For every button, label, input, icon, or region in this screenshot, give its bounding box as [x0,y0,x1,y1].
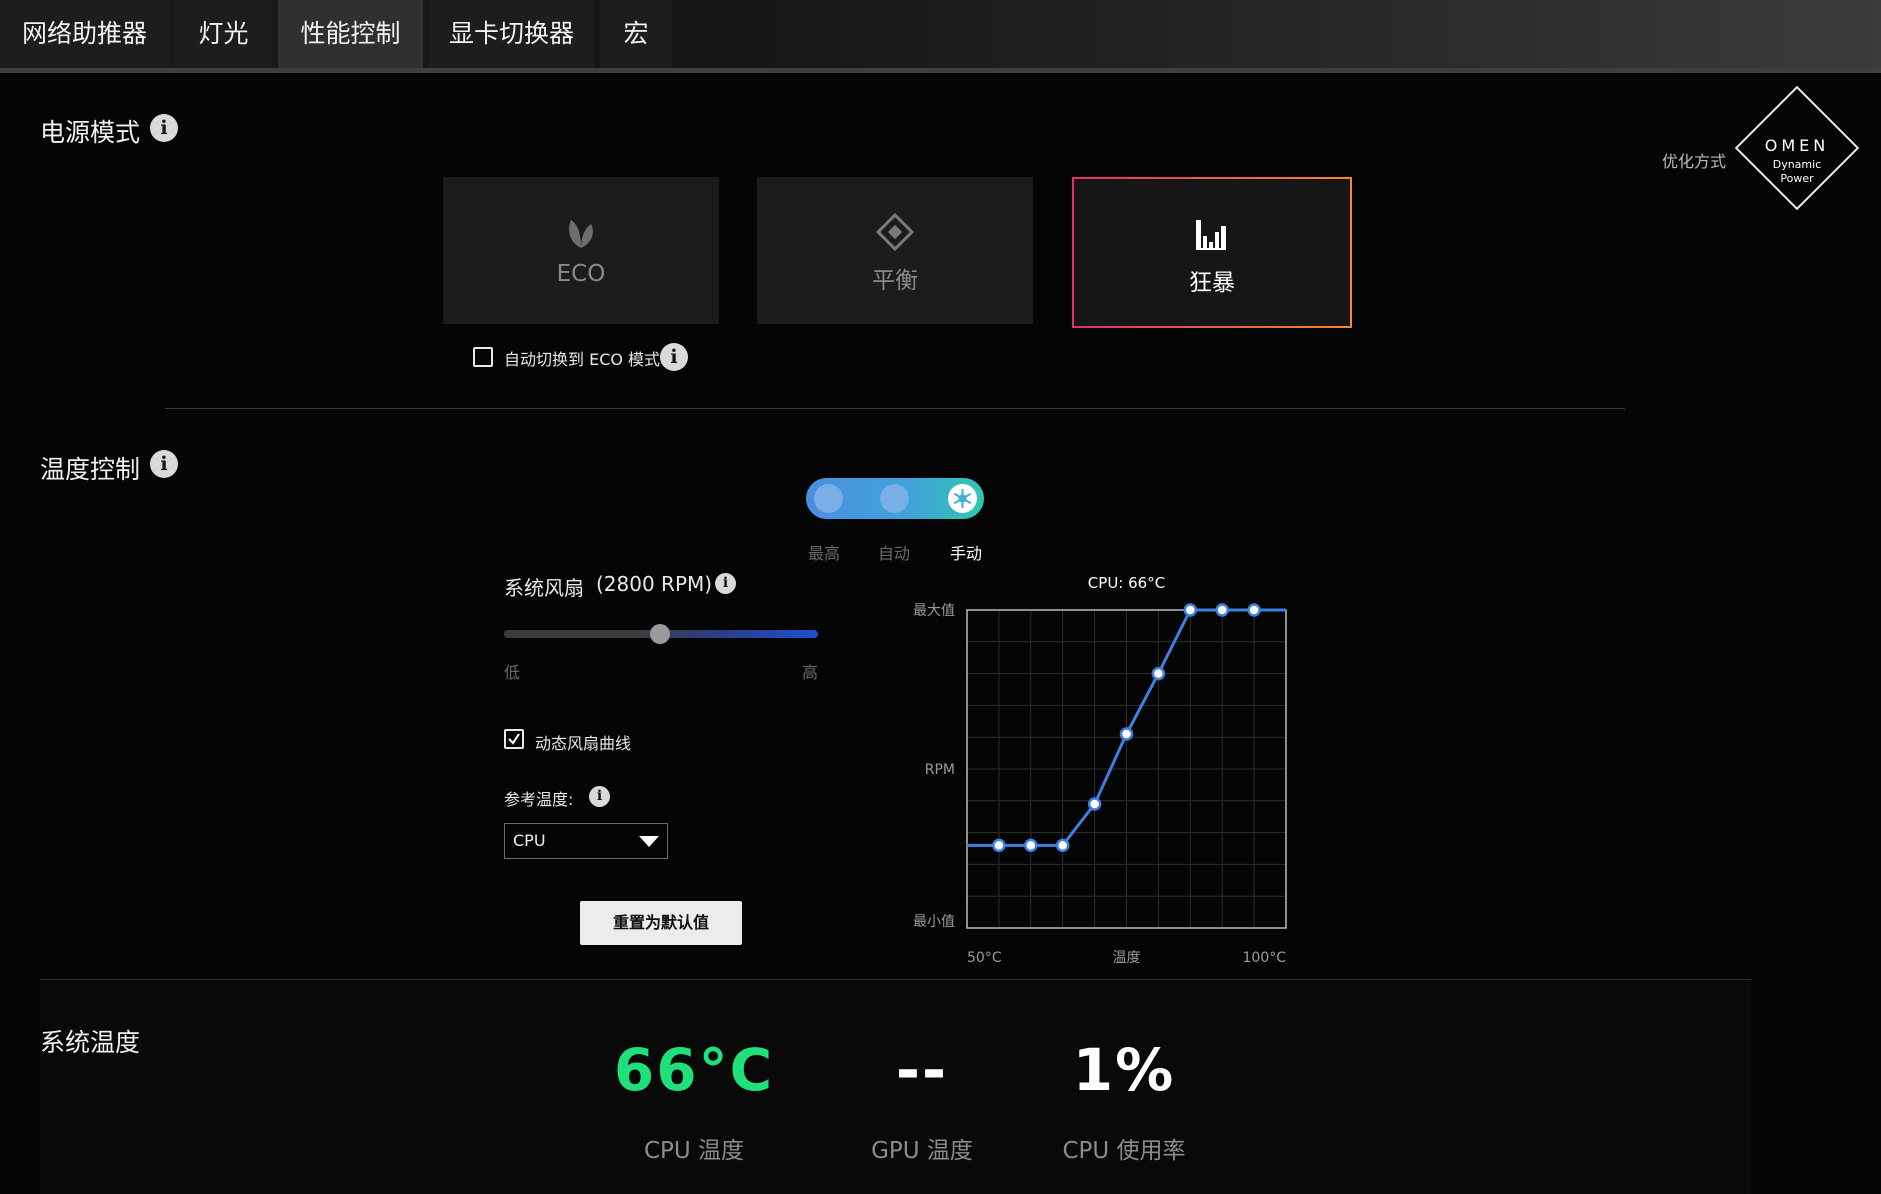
dynamic-curve-label: 动态风扇曲线 [535,734,632,753]
ref-temp-info-icon[interactable]: i [589,786,610,807]
power-mode-info-icon[interactable]: i [150,114,178,142]
cpu-usage-value: 1% [1072,1036,1176,1104]
fan-curve-point[interactable] [1087,797,1102,811]
chart-title: CPU: 66°C [1088,574,1165,592]
ref-temp-label: 参考温度: [504,790,574,809]
fan-curve-point[interactable] [1055,838,1070,853]
omen-logo-text: OMEN [1764,136,1830,155]
chart-ytick-max: 最大值 [913,603,955,619]
system-fan-label: 系统风扇 [504,576,584,600]
cpu-temperature-value: 66°C [613,1036,775,1104]
tab-lighting[interactable]: 灯光 [175,0,272,68]
diamond-icon [875,212,915,252]
omen-power-text: Power [1780,172,1814,185]
power-mode-title: 电源模式 [40,118,141,147]
fan-mode-auto-label[interactable]: 自动 [876,540,912,564]
ref-temp-value: CPU [513,831,546,850]
tab-network-booster[interactable]: 网络助推器 [0,0,169,68]
reset-default-button[interactable]: 重置为默认值 [580,901,742,945]
auto-eco-info-icon[interactable]: i [660,343,688,371]
omen-dynamic-text: Dynamic [1772,158,1822,171]
tab-macro[interactable]: 宏 [600,0,672,68]
checkmark-icon [508,733,520,745]
mode-label-balanced: 平衡 [872,268,918,294]
fan-curve-point[interactable] [1151,666,1166,681]
cpu-temperature-label: CPU 温度 [643,1138,745,1164]
section-divider [165,408,1625,409]
fan-curve-point[interactable] [1247,603,1261,617]
chart-ylabel: RPM [925,762,955,778]
gpu-temperature-value: -- [895,1036,949,1104]
fan-curve-point[interactable] [1024,838,1038,853]
fan-mode-manual-dot[interactable] [948,484,977,513]
fan-speed-slider-handle[interactable] [650,624,670,644]
dynamic-curve-checkbox[interactable] [504,729,524,749]
fan-mode-max-label[interactable]: 最高 [806,540,842,564]
chart-xlabel: 温度 [1113,950,1141,966]
mode-card-balanced[interactable]: 平衡 [757,177,1033,324]
leaf-icon [569,220,593,248]
tab-bar: 网络助推器 灯光 性能控制 显卡切换器 宏 [0,0,1881,73]
mode-label-eco: ECO [556,261,606,287]
auto-eco-label: 自动切换到 ECO 模式 [504,350,661,369]
temperature-control-title: 温度控制 [40,455,141,484]
snowflake-icon [953,489,972,508]
tab-gpu-switcher[interactable]: 显卡切换器 [429,0,594,68]
slider-low-label: 低 [504,663,521,682]
chart-xtick-max: 100°C [1243,950,1287,966]
ref-temp-select[interactable]: CPU [504,823,668,859]
slider-high-label: 高 [802,663,819,682]
fan-mode-manual-label[interactable]: 手动 [948,540,984,564]
fan-curve-point[interactable] [992,838,1006,853]
chart-ytick-min: 最小值 [913,914,955,930]
cpu-usage-label: CPU 使用率 [1062,1138,1186,1164]
mode-card-performance[interactable]: 狂暴 [1072,177,1352,328]
system-fan-info-icon[interactable]: i [715,573,736,594]
gpu-temperature-label: GPU 温度 [871,1138,973,1164]
auto-eco-checkbox[interactable] [473,347,493,367]
optimization-label: 优化方式 [1662,152,1727,171]
fan-mode-auto-dot[interactable] [880,484,909,513]
fan-curve-point[interactable] [1183,603,1198,617]
fan-curve-chart[interactable]: CPU: 66°C 最大值 RPM 最小值 50°C 温度 100°C [900,570,1300,970]
bars-icon [1196,220,1226,250]
system-temperature-title: 系统温度 [40,1028,141,1057]
fan-mode-toggle[interactable] [806,478,984,519]
fan-curve-point[interactable] [1215,603,1229,617]
tab-performance-control[interactable]: 性能控制 [278,0,423,68]
fan-curve-point[interactable] [1119,727,1134,741]
system-fan-rpm: (2800 RPM) [596,572,713,596]
chart-xtick-min: 50°C [967,950,1002,966]
mode-label-performance: 狂暴 [1189,270,1235,296]
fan-mode-max-dot[interactable] [814,484,843,513]
temperature-control-info-icon[interactable]: i [150,450,178,478]
mode-card-eco[interactable]: ECO [443,177,719,324]
chevron-down-icon [639,836,659,847]
